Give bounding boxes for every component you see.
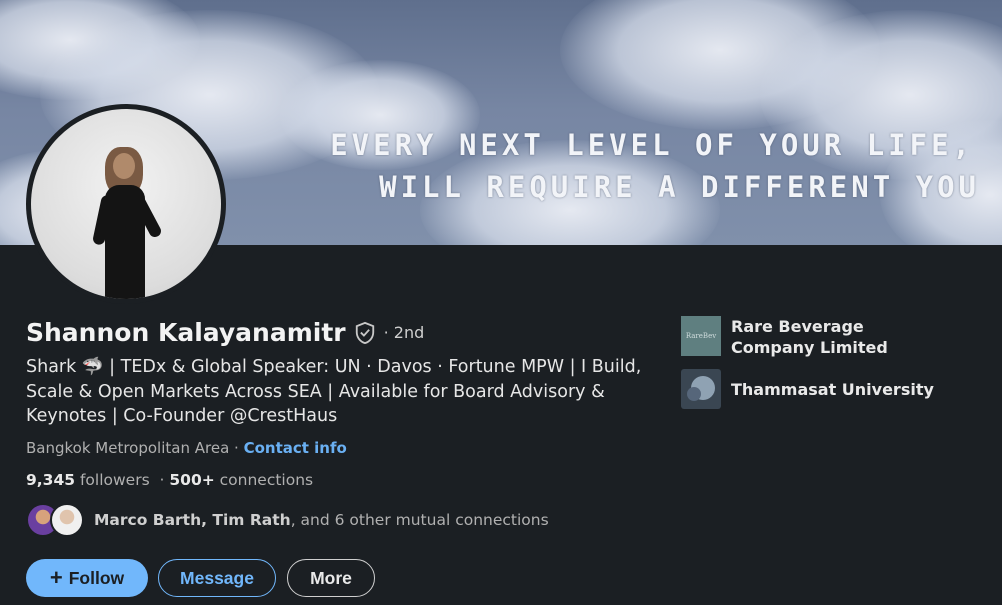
stats-separator: ·	[149, 471, 170, 489]
followers-count[interactable]: 9,345	[26, 471, 75, 489]
location-separator: ·	[229, 439, 244, 457]
school-logo	[681, 369, 721, 409]
mutual-avatar	[50, 503, 84, 537]
name-row: Shannon Kalayanamitr · 2nd	[26, 318, 424, 347]
message-button[interactable]: Message	[158, 559, 276, 597]
mutual-connections-text[interactable]: Marco Barth, Tim Rath, and 6 other mutua…	[94, 511, 549, 529]
contact-info-link[interactable]: Contact info	[244, 439, 347, 457]
profile-headline: Shark 🦈 | TEDx & Global Speaker: UN · Da…	[26, 357, 642, 426]
location-row: Bangkok Metropolitan Area · Contact info	[26, 439, 347, 457]
profile-location: Bangkok Metropolitan Area	[26, 439, 230, 457]
message-button-label: Message	[180, 567, 254, 588]
follow-button-label: Follow	[68, 567, 125, 588]
connections-count[interactable]: 500+	[169, 471, 214, 489]
connection-degree: · 2nd	[383, 323, 425, 342]
company-logo: RareBev	[681, 316, 721, 356]
company-name: Rare Beverage Company Limited	[731, 317, 888, 357]
mutual-rest: , and 6 other mutual connections	[290, 511, 549, 529]
profile-name: Shannon Kalayanamitr	[26, 318, 346, 347]
follow-button[interactable]: + Follow	[26, 559, 148, 597]
verified-shield-icon[interactable]	[354, 321, 376, 345]
more-button-label: More	[310, 567, 352, 588]
mutual-names: Marco Barth, Tim Rath	[94, 511, 291, 529]
network-stats: 9,345 followers · 500+ connections	[26, 471, 313, 489]
education-school[interactable]: Thammasat University	[681, 369, 941, 409]
school-name: Thammasat University	[731, 380, 934, 399]
more-button[interactable]: More	[287, 559, 375, 597]
followers-label: followers	[75, 471, 150, 489]
mutual-connections[interactable]: Marco Barth, Tim Rath, and 6 other mutua…	[26, 503, 549, 537]
profile-photo[interactable]	[26, 104, 226, 304]
connections-label: connections	[214, 471, 314, 489]
plus-icon: +	[49, 565, 63, 590]
profile-photo-image	[31, 109, 221, 299]
current-company[interactable]: RareBev Rare Beverage Company Limited	[681, 316, 941, 358]
